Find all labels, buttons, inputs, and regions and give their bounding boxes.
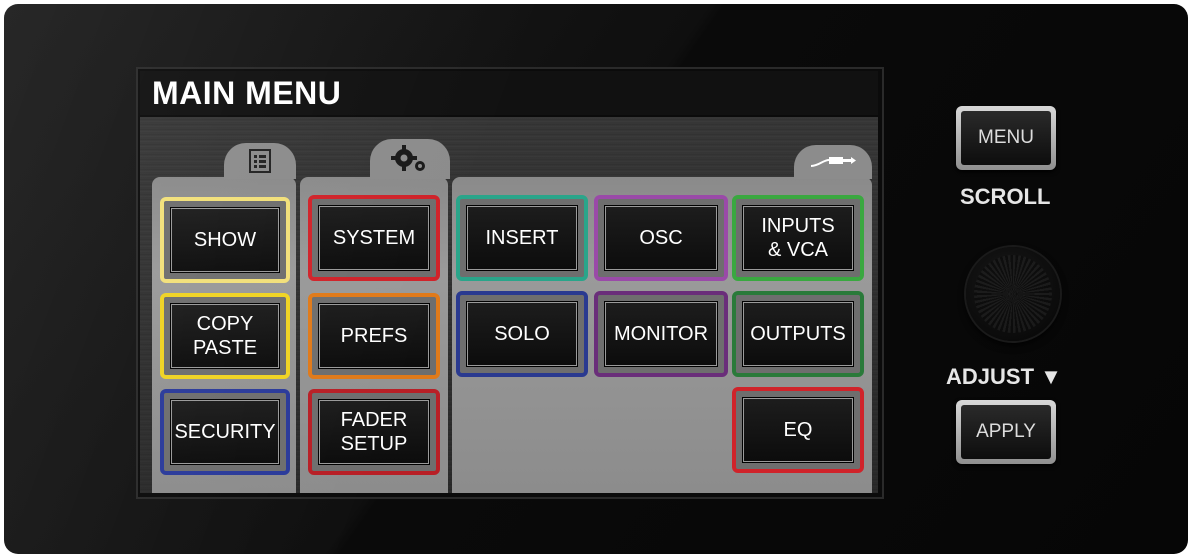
menu-hardware-button[interactable]: MENU bbox=[956, 106, 1056, 170]
cable-plug-icon bbox=[809, 154, 857, 170]
adjust-label: ADJUST ▼ bbox=[946, 364, 1062, 389]
prefs-button-label: PREFS bbox=[340, 325, 408, 347]
eq-button[interactable]: EQ bbox=[732, 387, 864, 473]
system-button[interactable]: SYSTEM bbox=[308, 195, 440, 281]
copy-paste-button-label: COPY PASTE bbox=[192, 313, 258, 359]
apply-button-label: APPLY bbox=[976, 421, 1036, 442]
monitor-button-label: MONITOR bbox=[613, 323, 709, 345]
inputs-vca-button[interactable]: INPUTS & VCA bbox=[732, 195, 864, 281]
insert-button[interactable]: INSERT bbox=[456, 195, 588, 281]
console-panel: MAIN MENU SHOW COPY PASTE SECURITY SYSTE… bbox=[4, 4, 1188, 554]
prefs-button[interactable]: PREFS bbox=[308, 293, 440, 379]
apply-hardware-button[interactable]: APPLY bbox=[956, 400, 1056, 464]
fader-setup-button[interactable]: FADER SETUP bbox=[308, 389, 440, 475]
menu-button-label: MENU bbox=[978, 127, 1034, 148]
page-title: MAIN MENU bbox=[152, 75, 342, 111]
osc-button-label: OSC bbox=[639, 227, 683, 249]
monitor-button[interactable]: MONITOR bbox=[594, 291, 728, 377]
security-button[interactable]: SECURITY bbox=[160, 389, 290, 475]
show-button[interactable]: SHOW bbox=[160, 197, 290, 283]
solo-button-label: SOLO bbox=[494, 323, 550, 345]
insert-button-label: INSERT bbox=[485, 227, 559, 249]
scroll-label: SCROLL bbox=[960, 184, 1051, 209]
outputs-button-label: OUTPUTS bbox=[750, 323, 846, 345]
copy-paste-button[interactable]: COPY PASTE bbox=[160, 293, 290, 379]
menu-area: SHOW COPY PASTE SECURITY SYSTEM PREFS FA… bbox=[140, 117, 878, 493]
eq-button-label: EQ bbox=[783, 419, 813, 441]
gears-icon bbox=[390, 144, 430, 174]
list-document-icon bbox=[249, 149, 271, 173]
outputs-button[interactable]: OUTPUTS bbox=[732, 291, 864, 377]
inputs-vca-button-label: INPUTS & VCA bbox=[761, 215, 835, 261]
system-button-label: SYSTEM bbox=[332, 227, 416, 249]
fader-setup-button-label: FADER SETUP bbox=[340, 409, 408, 455]
signal-group-tab bbox=[794, 145, 872, 179]
show-button-label: SHOW bbox=[193, 229, 257, 251]
main-menu-screen: MAIN MENU SHOW COPY PASTE SECURITY SYSTE… bbox=[136, 67, 884, 499]
security-button-label: SECURITY bbox=[174, 421, 276, 443]
osc-button[interactable]: OSC bbox=[594, 195, 728, 281]
title-bar: MAIN MENU bbox=[140, 71, 878, 115]
solo-button[interactable]: SOLO bbox=[456, 291, 588, 377]
system-group-tab bbox=[370, 139, 450, 179]
adjust-knob[interactable] bbox=[966, 247, 1060, 341]
show-group-tab bbox=[224, 143, 296, 179]
